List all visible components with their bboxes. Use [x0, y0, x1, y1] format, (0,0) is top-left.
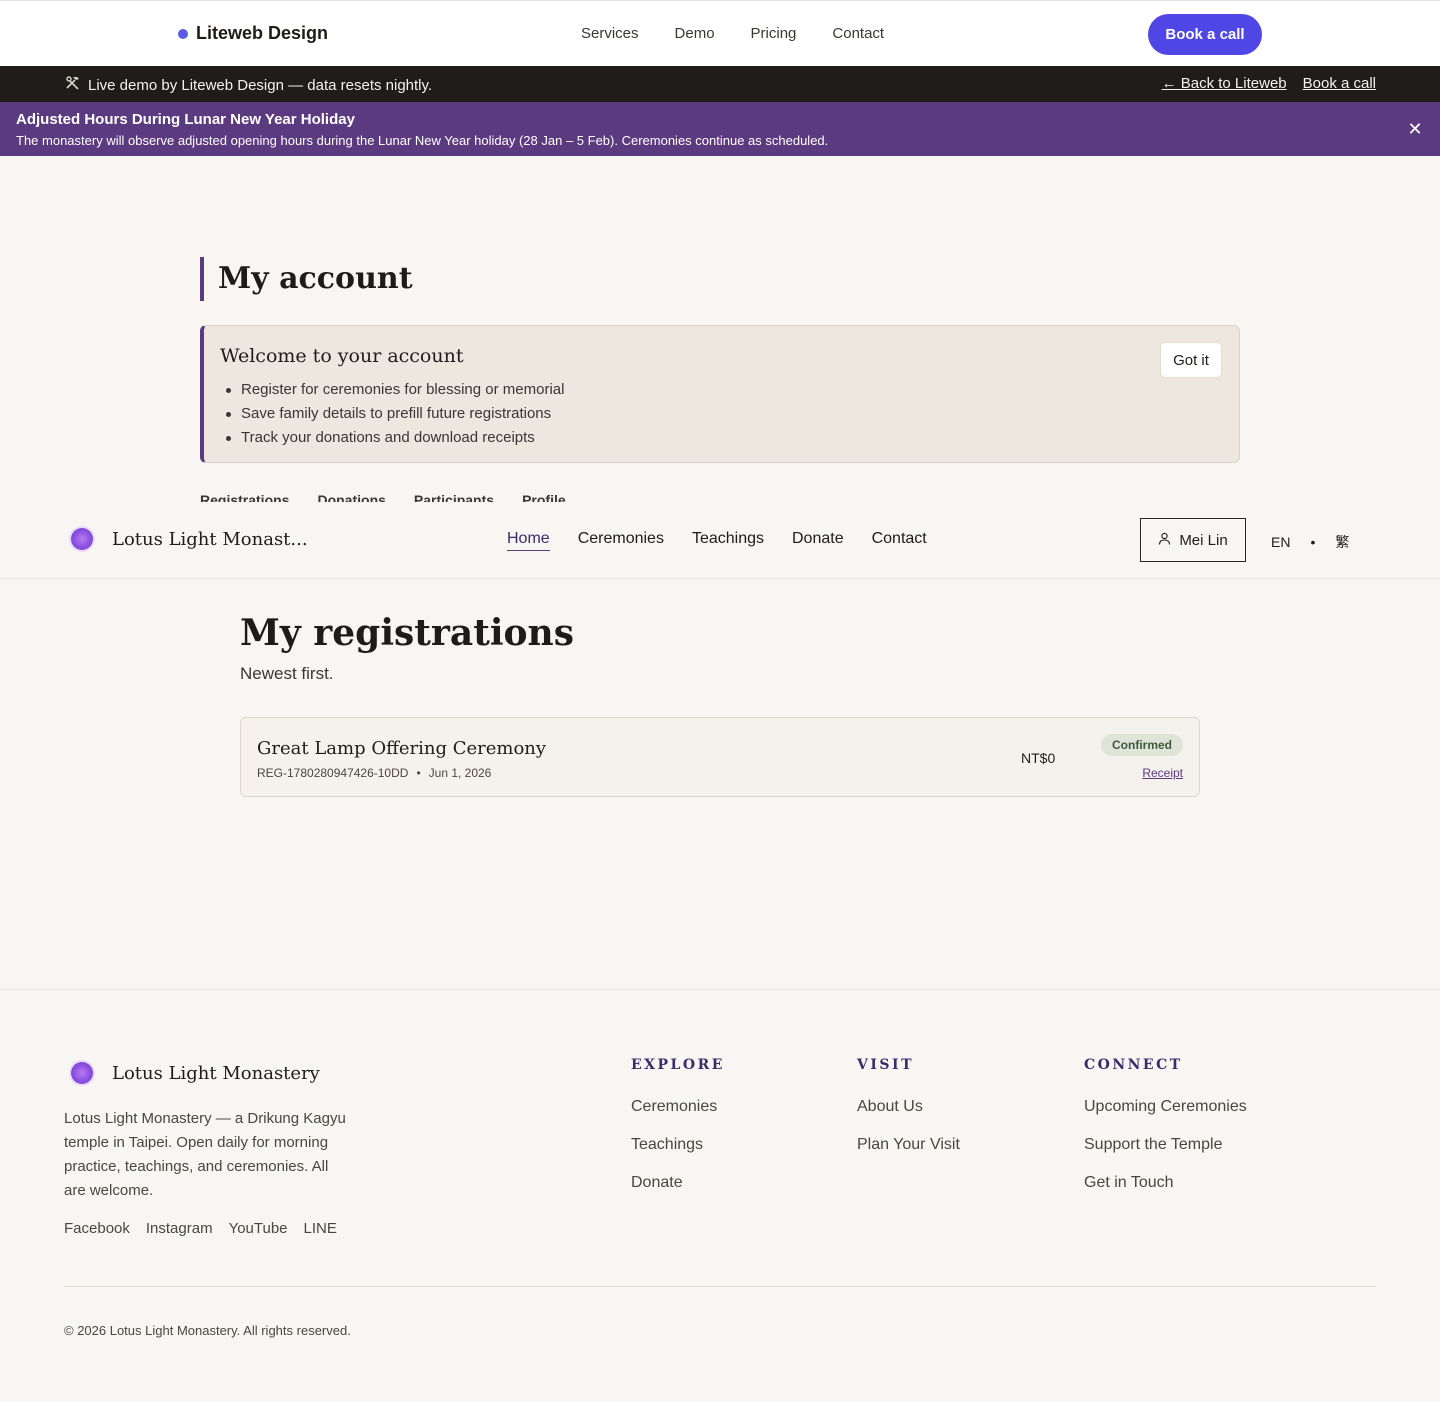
footer-link[interactable]: Donate — [631, 1174, 725, 1212]
footer-col-connect: CONNECT Upcoming Ceremonies Support the … — [1084, 1057, 1247, 1212]
social-youtube[interactable]: YouTube — [229, 1220, 288, 1237]
notice-title: Adjusted Hours During Lunar New Year Hol… — [16, 111, 355, 128]
registration-card: Great Lamp Offering Ceremony REG-1780280… — [240, 717, 1200, 797]
lotus-logo-icon[interactable] — [71, 528, 93, 550]
list-item: Register for ceremonies for blessing or … — [224, 378, 564, 402]
welcome-title: Welcome to your account — [220, 345, 464, 367]
footer-col-explore: EXPLORE Ceremonies Teachings Donate — [631, 1057, 725, 1212]
list-item: Track your donations and download receip… — [224, 426, 564, 450]
book-call-button[interactable]: Book a call — [1148, 14, 1262, 55]
tab-profile[interactable]: Profile — [522, 492, 566, 502]
lotus-logo-icon — [71, 1062, 93, 1084]
agency-brand-name: Liteweb Design — [196, 23, 329, 43]
lang-separator: • — [1310, 534, 1316, 550]
site-name[interactable]: Lotus Light Monast... — [112, 529, 308, 550]
footer-heading: EXPLORE — [631, 1057, 725, 1073]
holiday-notice-banner: Adjusted Hours During Lunar New Year Hol… — [0, 102, 1440, 156]
list-item: Save family details to prefill future re… — [224, 402, 564, 426]
nav-ceremonies[interactable]: Ceremonies — [578, 530, 664, 551]
receipt-link[interactable]: Receipt — [1142, 766, 1183, 780]
close-icon[interactable]: ✕ — [1406, 119, 1424, 140]
footer-col-visit: VISIT About Us Plan Your Visit — [857, 1057, 960, 1174]
site-nav: Home Ceremonies Teachings Donate Contact — [507, 530, 927, 551]
account-tabs: Registrations Donations Participants Pro… — [200, 492, 566, 502]
got-it-button[interactable]: Got it — [1160, 342, 1222, 378]
footer-heading: CONNECT — [1084, 1057, 1183, 1073]
registration-meta: REG-1780280947426-10DD • Jun 1, 2026 — [257, 766, 491, 780]
nav-home[interactable]: Home — [507, 530, 550, 551]
agency-nav-pricing[interactable]: Pricing — [751, 25, 797, 42]
registration-amount: NT$0 — [1021, 750, 1056, 766]
social-links: Facebook Instagram YouTube LINE — [64, 1220, 337, 1237]
user-account-button[interactable]: Mei Lin — [1140, 518, 1246, 562]
footer-description: Lotus Light Monastery — a Drikung Kagyu … — [64, 1110, 346, 1199]
footer-link[interactable]: Teachings — [631, 1136, 725, 1174]
footer-site-name: Lotus Light Monastery — [112, 1063, 320, 1084]
status-badge: Confirmed — [1101, 734, 1183, 756]
registration-ref: REG-1780280947426-10DD — [257, 766, 409, 780]
footer-link[interactable]: Ceremonies — [631, 1098, 725, 1136]
demo-book-call-link[interactable]: Book a call — [1303, 75, 1376, 92]
welcome-list: Register for ceremonies for blessing or … — [224, 378, 564, 450]
language-switcher: EN • 繁 — [1271, 532, 1349, 552]
demo-strip: Live demo by Liteweb Design — data reset… — [0, 66, 1440, 102]
site-header: Lotus Light Monast... Home Ceremonies Te… — [0, 502, 1440, 579]
footer-link[interactable]: Support the Temple — [1084, 1136, 1247, 1174]
registration-name: Great Lamp Offering Ceremony — [257, 738, 547, 759]
notice-text: The monastery will observe adjusted open… — [16, 133, 829, 148]
demo-notice-text: Live demo by Liteweb Design — data reset… — [88, 76, 433, 94]
hammer-wrench-icon — [64, 75, 82, 95]
nav-contact[interactable]: Contact — [872, 530, 927, 551]
registrations-title: My registrations — [240, 612, 574, 654]
brand-dot-icon — [178, 28, 188, 39]
lang-en[interactable]: EN — [1271, 534, 1290, 550]
site-footer: Lotus Light Monastery Lotus Light Monast… — [0, 989, 1440, 1402]
agency-brand[interactable]: Liteweb Design — [178, 23, 328, 44]
back-to-liteweb-link[interactable]: ← Back to Liteweb — [1162, 75, 1287, 92]
agency-nav-contact[interactable]: Contact — [832, 25, 884, 42]
copyright: © 2026 Lotus Light Monastery. All rights… — [64, 1323, 351, 1338]
social-facebook[interactable]: Facebook — [64, 1220, 130, 1237]
demo-notice: Live demo by Liteweb Design — data reset… — [64, 75, 432, 95]
footer-heading: VISIT — [857, 1057, 914, 1073]
registrations-subtitle: Newest first. — [240, 664, 334, 683]
page-title: My account — [200, 257, 413, 301]
user-name: Mei Lin — [1179, 531, 1228, 549]
agency-nav: Services Demo Pricing Contact — [581, 25, 884, 42]
demo-links: ← Back to Liteweb Book a call — [1162, 75, 1376, 92]
social-instagram[interactable]: Instagram — [146, 1220, 213, 1237]
footer-link[interactable]: Upcoming Ceremonies — [1084, 1098, 1247, 1136]
social-line[interactable]: LINE — [304, 1220, 337, 1237]
tab-registrations[interactable]: Registrations — [200, 492, 289, 502]
welcome-card: Welcome to your account Register for cer… — [200, 325, 1240, 463]
nav-donate[interactable]: Donate — [792, 530, 844, 551]
registration-date: Jun 1, 2026 — [428, 766, 492, 780]
lang-zh-hant[interactable]: 繁 — [1335, 532, 1349, 552]
meta-separator: • — [416, 766, 421, 780]
user-icon — [1158, 532, 1171, 549]
agency-nav-services[interactable]: Services — [581, 25, 639, 42]
footer-link[interactable]: About Us — [857, 1098, 960, 1136]
footer-divider — [64, 1286, 1376, 1287]
agency-topbar: Liteweb Design Services Demo Pricing Con… — [0, 0, 1440, 66]
nav-teachings[interactable]: Teachings — [692, 530, 764, 551]
agency-nav-demo[interactable]: Demo — [675, 25, 715, 42]
footer-link[interactable]: Get in Touch — [1084, 1174, 1247, 1212]
footer-link[interactable]: Plan Your Visit — [857, 1136, 960, 1174]
tab-donations[interactable]: Donations — [317, 492, 385, 502]
tab-participants[interactable]: Participants — [414, 492, 494, 502]
